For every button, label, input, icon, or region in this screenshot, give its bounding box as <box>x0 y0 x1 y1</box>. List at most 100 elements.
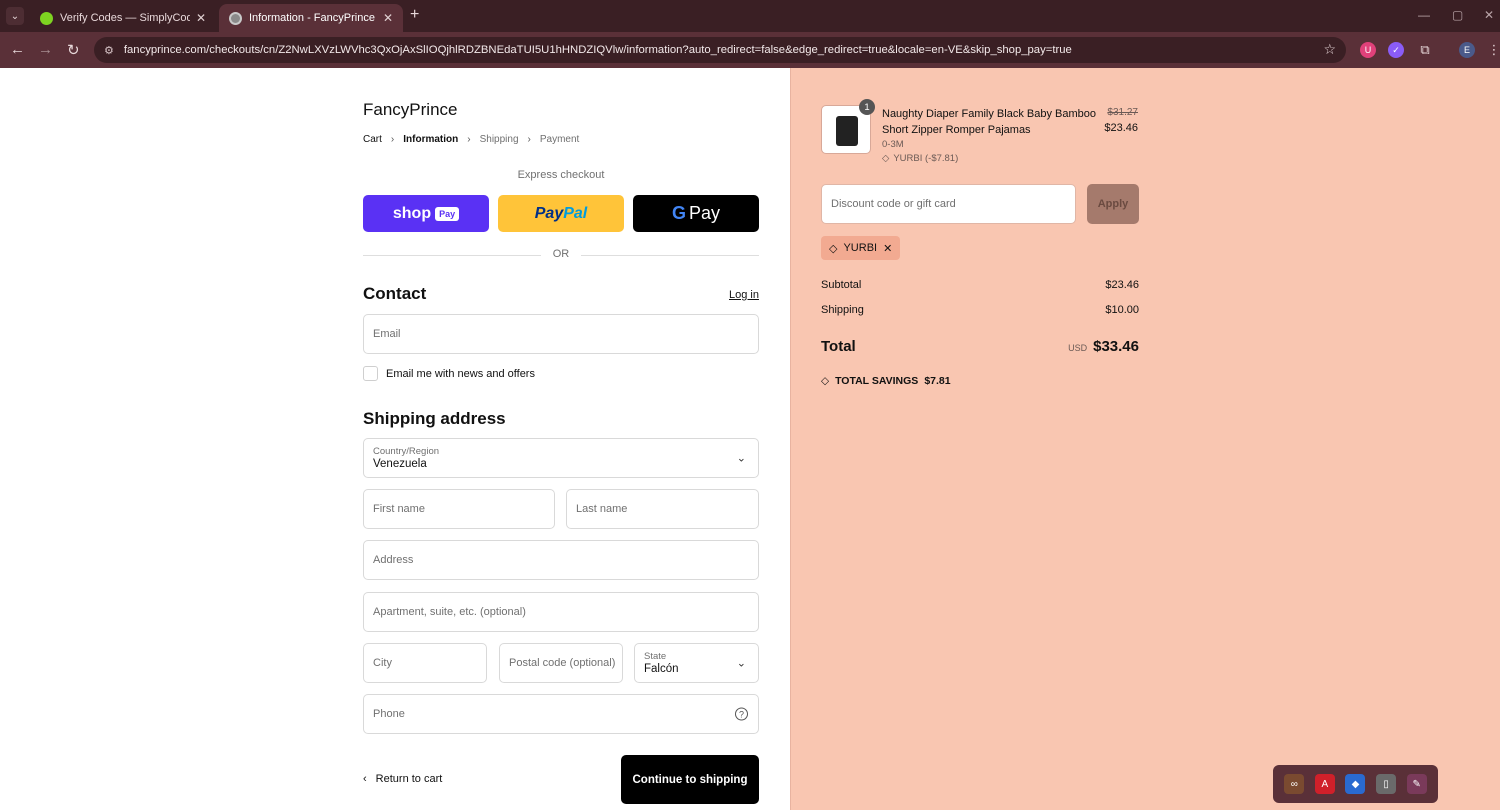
browser-toolbar: ← → ↻ ⚙ fancyprince.com/checkouts/cn/Z2N… <box>0 32 1500 68</box>
tag-icon: ◇ <box>821 375 830 387</box>
discount-code-input[interactable]: Discount code or gift card <box>821 184 1076 224</box>
subtotal-label: Subtotal <box>821 279 862 291</box>
extension-coupon-icon[interactable]: ✓ <box>1388 42 1404 58</box>
app-feather-icon[interactable]: ✎ <box>1406 774 1427 794</box>
total-value: $33.46 <box>1093 338 1139 355</box>
apartment-field[interactable]: Apartment, suite, etc. (optional) <box>363 592 759 632</box>
app-vpn-icon[interactable]: ◆ <box>1345 774 1366 794</box>
currency-code: USD <box>1068 343 1088 353</box>
breadcrumb-payment: Payment <box>539 134 580 145</box>
total-amount: USD $33.46 <box>1068 338 1139 355</box>
state-label: State <box>644 651 667 662</box>
order-summary-column: 1 Naughty Diaper Family Black Baby Bambo… <box>790 68 1500 810</box>
reload-icon[interactable]: ↻ <box>67 41 80 59</box>
apartment-placeholder: Apartment, suite, etc. (optional) <box>373 606 526 618</box>
google-pay-button[interactable]: G Pay <box>633 195 759 232</box>
city-placeholder: City <box>373 657 392 669</box>
gpay-label: Pay <box>688 203 721 223</box>
tab-title: Verify Codes — SimplyCodes <box>60 12 190 24</box>
site-settings-icon[interactable]: ⚙ <box>104 44 114 57</box>
minimize-icon[interactable]: — <box>1418 8 1430 22</box>
city-field[interactable]: City <box>363 643 487 683</box>
bookmark-star-icon[interactable]: ☆ <box>1323 41 1336 58</box>
url-text: fancyprince.com/checkouts/cn/Z2NwLXVzLWV… <box>123 44 1072 56</box>
tag-icon: ◇ <box>882 153 890 164</box>
shipping-value: $10.00 <box>1105 304 1139 316</box>
chevron-down-icon: ⌄ <box>736 657 746 670</box>
country-value: Venezuela <box>373 458 427 470</box>
applied-code-text: YURBI <box>843 242 878 254</box>
original-price: $31.27 <box>1107 107 1138 118</box>
return-to-cart-label: Return to cart <box>375 773 443 785</box>
login-link[interactable]: Log in <box>729 289 759 301</box>
discount-placeholder: Discount code or gift card <box>831 198 956 210</box>
help-question-icon[interactable]: ? <box>735 707 748 721</box>
newsletter-checkbox[interactable] <box>363 366 378 381</box>
first-name-field[interactable]: First name <box>363 489 555 529</box>
last-name-field[interactable]: Last name <box>566 489 759 529</box>
extensions-puzzle-icon[interactable]: ⧉ <box>1417 42 1433 58</box>
express-checkout-label: Express checkout <box>517 169 605 181</box>
tab-search-icon[interactable]: ⌄ <box>6 7 24 25</box>
chevron-right-icon: › <box>527 134 531 145</box>
total-savings: ◇ TOTAL SAVINGS $7.81 <box>821 375 951 387</box>
quantity-badge: 1 <box>859 99 875 115</box>
app-glasses-icon[interactable]: ∞ <box>1284 774 1305 794</box>
paypal-button[interactable]: Pay Pal <box>498 195 624 232</box>
paypal-logo-part2: Pal <box>563 204 588 222</box>
simplycodes-favicon-icon <box>40 11 53 25</box>
product-discount: ◇ YURBI (-$7.81) <box>882 153 958 164</box>
newsletter-row[interactable]: Email me with news and offers <box>363 366 535 381</box>
close-icon[interactable]: ✕ <box>196 11 206 25</box>
breadcrumb-cart[interactable]: Cart <box>363 134 382 145</box>
chevron-right-icon: › <box>390 134 395 145</box>
chevron-right-icon: › <box>467 134 471 145</box>
savings-value: $7.81 <box>924 375 951 387</box>
postal-code-field[interactable]: Postal code (optional) <box>499 643 623 683</box>
or-divider: OR <box>363 248 759 262</box>
country-select[interactable]: Country/Region Venezuela ⌄ <box>363 438 759 478</box>
maximize-icon[interactable]: ▢ <box>1452 8 1463 22</box>
close-icon[interactable]: ✕ <box>383 11 393 25</box>
last-name-placeholder: Last name <box>576 503 628 515</box>
state-select[interactable]: State Falcón ⌄ <box>634 643 759 683</box>
browser-tab-strip: ⌄ Verify Codes — SimplyCodes ✕ Informati… <box>0 0 1500 32</box>
or-text: OR <box>552 248 570 260</box>
shipping-address-heading: Shipping address <box>363 409 506 428</box>
extension-shield-icon[interactable]: U <box>1360 42 1376 58</box>
breadcrumb: Cart › Information › Shipping › Payment <box>363 134 579 145</box>
store-name[interactable]: FancyPrince <box>363 100 457 120</box>
new-tab-plus-icon[interactable]: + <box>410 6 419 24</box>
shipping-row: Shipping $10.00 <box>821 304 1139 316</box>
address-placeholder: Address <box>373 554 414 566</box>
contact-heading: Contact <box>363 284 427 303</box>
forward-arrow-icon[interactable]: → <box>38 41 53 58</box>
chevron-down-icon: ⌄ <box>736 452 746 465</box>
tab-fancyprince[interactable]: Information - FancyPrince - Che ✕ <box>219 4 403 32</box>
app-pdf-icon[interactable]: A <box>1314 774 1335 794</box>
country-label: Country/Region <box>373 446 440 457</box>
floating-taskbar-dock: ∞ A ◆ ▯ ✎ <box>1273 765 1438 803</box>
romper-image <box>836 116 858 146</box>
product-price: $23.46 <box>1104 122 1138 134</box>
app-file-icon[interactable]: ▯ <box>1376 774 1397 794</box>
email-field[interactable]: Email <box>363 314 759 354</box>
state-value: Falcón <box>644 663 679 675</box>
total-row: Total USD $33.46 <box>821 338 1139 355</box>
shop-pay-button[interactable]: shop Pay <box>363 195 489 232</box>
address-bar[interactable]: ⚙ fancyprince.com/checkouts/cn/Z2NwLXVzL… <box>94 37 1346 63</box>
address-field[interactable]: Address <box>363 540 759 580</box>
profile-avatar[interactable]: E <box>1459 42 1475 58</box>
window-close-icon[interactable]: ✕ <box>1484 8 1494 22</box>
continue-to-shipping-button[interactable]: Continue to shipping <box>621 755 759 804</box>
tab-simplycodes[interactable]: Verify Codes — SimplyCodes ✕ <box>30 4 216 32</box>
globe-favicon-icon <box>229 11 242 25</box>
apply-button[interactable]: Apply <box>1087 184 1139 224</box>
back-arrow-icon[interactable]: ← <box>10 41 25 58</box>
menu-kebab-icon[interactable]: ⋮ <box>1486 42 1500 58</box>
tag-icon: ◇ <box>829 242 838 255</box>
phone-field[interactable]: Phone ? <box>363 694 759 734</box>
checkout-form-column: FancyPrince Cart › Information › Shippin… <box>0 68 790 810</box>
return-to-cart-link[interactable]: ‹ Return to cart <box>363 773 442 785</box>
remove-code-close-icon[interactable]: ✕ <box>883 242 892 255</box>
